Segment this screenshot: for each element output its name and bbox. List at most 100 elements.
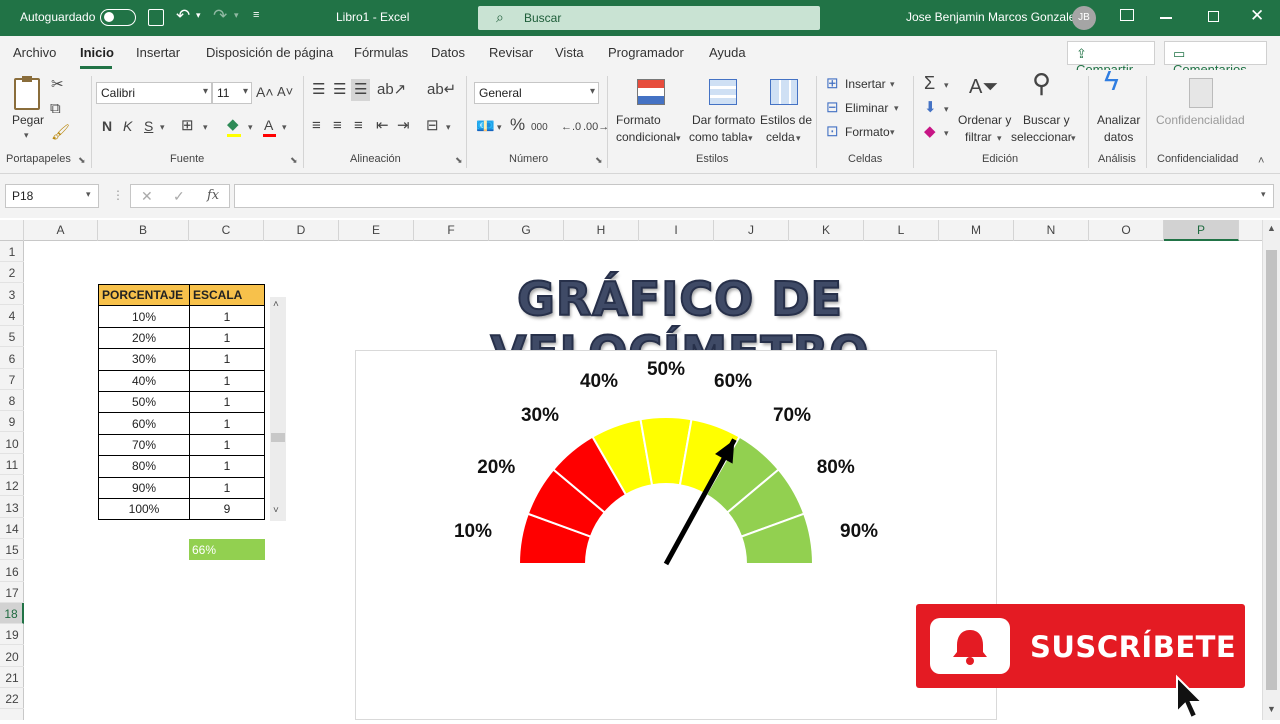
- row-header-5[interactable]: 5: [0, 326, 24, 348]
- sensitivity-icon[interactable]: [1189, 78, 1213, 108]
- paste-icon[interactable]: [14, 76, 40, 110]
- column-header-c[interactable]: C: [189, 220, 264, 241]
- row-header-7[interactable]: 7: [0, 369, 24, 390]
- cell-escala[interactable]: 1: [189, 390, 265, 414]
- column-header-a[interactable]: A: [24, 220, 98, 241]
- row-header-21[interactable]: 21: [0, 667, 24, 688]
- column-header-e[interactable]: E: [339, 220, 414, 241]
- format-as-table-label-1[interactable]: Dar formato: [692, 112, 755, 129]
- cell-porcentaje[interactable]: 10%: [98, 305, 190, 328]
- align-top-icon[interactable]: ☰: [312, 81, 325, 99]
- font-size-select[interactable]: 11 ▾: [212, 82, 252, 104]
- save-icon[interactable]: [148, 9, 164, 26]
- align-right-icon[interactable]: ≡: [354, 117, 363, 135]
- cell-styles-label-2[interactable]: celda: [766, 129, 795, 146]
- restore-icon[interactable]: [1208, 11, 1219, 22]
- tab-archivo[interactable]: Archivo: [13, 45, 56, 60]
- chevron-down-icon[interactable]: ▾: [890, 127, 895, 138]
- autosum-icon[interactable]: Σ: [924, 74, 935, 92]
- chevron-down-icon[interactable]: ▾: [748, 133, 753, 144]
- column-header-o[interactable]: O: [1089, 220, 1164, 241]
- analyze-data-label-1[interactable]: Analizar: [1097, 112, 1140, 129]
- chevron-down-icon[interactable]: ▾: [944, 128, 949, 139]
- row-header-16[interactable]: 16: [0, 561, 24, 582]
- row-header-3[interactable]: 3: [0, 284, 24, 305]
- increase-indent-icon[interactable]: ⇥: [397, 117, 410, 135]
- find-select-label-1[interactable]: Buscar y: [1023, 112, 1070, 129]
- undo-icon[interactable]: ↶: [176, 6, 190, 26]
- orientation-icon[interactable]: ab↗: [377, 81, 406, 99]
- fill-color-icon[interactable]: ◆: [227, 116, 239, 134]
- format-cells-label[interactable]: Formato: [845, 124, 890, 141]
- underline-icon[interactable]: S: [144, 117, 153, 135]
- scroll-down-icon[interactable]: ˅: [273, 505, 279, 516]
- column-header-i[interactable]: I: [639, 220, 714, 241]
- cell-porcentaje[interactable]: 20%: [98, 326, 190, 350]
- format-as-table-label-2[interactable]: como tabla: [689, 129, 748, 146]
- delete-cells-icon[interactable]: ⊟: [826, 99, 839, 117]
- align-bottom-icon[interactable]: ☰: [351, 79, 371, 101]
- cell-escala[interactable]: 1: [189, 369, 265, 392]
- sort-filter-icon[interactable]: A⏷: [969, 77, 998, 97]
- row-header-12[interactable]: 12: [0, 475, 24, 497]
- align-center-icon[interactable]: ≡: [333, 117, 342, 135]
- row-header-17[interactable]: 17: [0, 582, 24, 603]
- copy-icon[interactable]: ⧉: [50, 100, 61, 118]
- expand-formula-icon[interactable]: ▾: [1261, 189, 1266, 200]
- scroll-up-icon[interactable]: ▲: [1267, 223, 1276, 233]
- cell-escala[interactable]: 1: [189, 348, 265, 371]
- format-cells-icon[interactable]: ⊡: [826, 123, 839, 141]
- cell-porcentaje[interactable]: 40%: [98, 369, 190, 392]
- chevron-down-icon[interactable]: ▾: [24, 130, 29, 141]
- column-header-h[interactable]: H: [564, 220, 639, 241]
- scroll-up-icon[interactable]: ˄: [273, 299, 279, 310]
- increase-decimal-icon[interactable]: ←.0: [561, 118, 581, 136]
- cell-escala[interactable]: 9: [189, 497, 265, 521]
- comments-button[interactable]: ▭ Comentarios: [1164, 41, 1267, 77]
- analyze-data-label-2[interactable]: datos: [1104, 129, 1133, 146]
- scroll-thumb[interactable]: [1266, 250, 1277, 690]
- cell-porcentaje[interactable]: 30%: [98, 348, 190, 371]
- column-header-p[interactable]: P: [1164, 220, 1239, 241]
- cell-porcentaje[interactable]: 80%: [98, 455, 190, 478]
- find-select-label-2[interactable]: seleccionar: [1011, 129, 1072, 146]
- chevron-down-icon[interactable]: ▾: [796, 133, 801, 144]
- accounting-format-icon[interactable]: 💶: [476, 118, 495, 136]
- column-header-porcentaje[interactable]: PORCENTAJE: [98, 283, 190, 307]
- confidentiality-button-label[interactable]: Confidencialidad: [1156, 112, 1245, 129]
- row-header-6[interactable]: 6: [0, 348, 24, 369]
- font-name-select[interactable]: Calibri ▾: [96, 82, 212, 104]
- cell-escala[interactable]: 1: [189, 412, 265, 435]
- row-header-1[interactable]: 1: [0, 241, 24, 262]
- chevron-down-icon[interactable]: ▾: [446, 122, 451, 133]
- formula-input[interactable]: ▾: [234, 184, 1274, 208]
- customize-toolbar-icon[interactable]: ≡: [253, 9, 259, 21]
- italic-icon[interactable]: K: [123, 117, 132, 135]
- column-header-n[interactable]: N: [1014, 220, 1089, 241]
- row-header-4[interactable]: 4: [0, 305, 24, 326]
- dialog-launcher-icon[interactable]: ⬊: [595, 155, 603, 166]
- increase-font-icon[interactable]: A˄: [256, 83, 274, 101]
- chevron-down-icon[interactable]: ▾: [282, 122, 287, 133]
- column-header-d[interactable]: D: [264, 220, 339, 241]
- search-input[interactable]: ⌕ Buscar: [478, 6, 820, 30]
- chevron-down-icon[interactable]: ▾: [196, 10, 201, 21]
- clear-icon[interactable]: ◆: [924, 123, 936, 141]
- cell-porcentaje[interactable]: 70%: [98, 433, 190, 457]
- column-header-k[interactable]: K: [789, 220, 864, 241]
- chevron-down-icon[interactable]: ▾: [890, 79, 895, 90]
- redo-icon[interactable]: ↷: [213, 6, 227, 26]
- dialog-launcher-icon[interactable]: ⬊: [78, 155, 86, 166]
- collapse-ribbon-icon[interactable]: ˄: [1258, 155, 1264, 167]
- fill-icon[interactable]: ⬇: [924, 99, 937, 117]
- column-header-m[interactable]: M: [939, 220, 1014, 241]
- column-header-escala[interactable]: ESCALA: [189, 283, 265, 307]
- cell-porcentaje[interactable]: 50%: [98, 390, 190, 414]
- cell-escala[interactable]: 1: [189, 433, 265, 457]
- cell-escala[interactable]: 1: [189, 476, 265, 499]
- cut-icon[interactable]: ✂: [51, 76, 64, 94]
- font-color-icon[interactable]: A: [264, 116, 273, 134]
- ribbon-display-icon[interactable]: [1120, 9, 1134, 21]
- tab-formulas[interactable]: Fórmulas: [354, 45, 408, 60]
- bold-icon[interactable]: N: [102, 117, 112, 135]
